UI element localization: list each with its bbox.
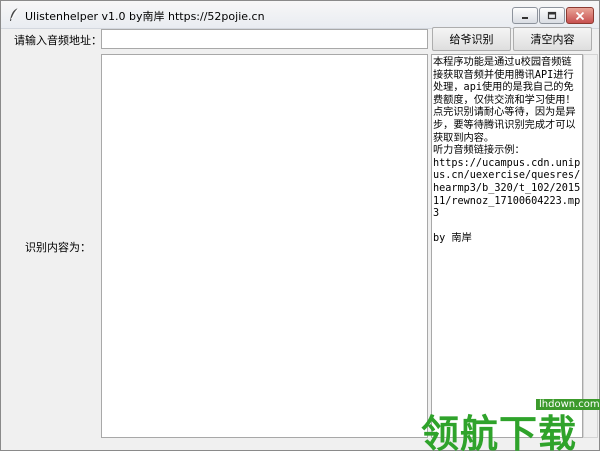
minimize-button[interactable] (512, 7, 538, 24)
result-textarea[interactable] (101, 54, 428, 438)
minimize-icon (522, 16, 528, 19)
close-button[interactable] (566, 7, 594, 24)
info-scrollbar[interactable] (583, 54, 598, 438)
clear-button[interactable]: 清空内容 (513, 27, 592, 51)
maximize-button[interactable] (539, 7, 565, 24)
maximize-icon (547, 11, 557, 20)
audio-url-label: 请输入音频地址： (14, 34, 102, 47)
close-icon (575, 11, 585, 20)
audio-url-input[interactable] (101, 29, 428, 49)
result-label: 识别内容为： (25, 241, 91, 254)
feather-icon (10, 7, 19, 21)
app-window: Ulistenhelper v1.0 by南岸 https://52pojie.… (0, 0, 600, 451)
watermark-logo: 领航下载 (421, 412, 578, 451)
window-title: Ulistenhelper v1.0 by南岸 https://52pojie.… (25, 10, 265, 23)
info-text: 本程序功能是通过u校园音频链接获取音频并使用腾讯API进行处理，api使用的是我… (433, 57, 581, 245)
title-bar[interactable]: Ulistenhelper v1.0 by南岸 https://52pojie.… (1, 1, 599, 29)
recognize-button[interactable]: 给爷识别 (432, 27, 511, 51)
